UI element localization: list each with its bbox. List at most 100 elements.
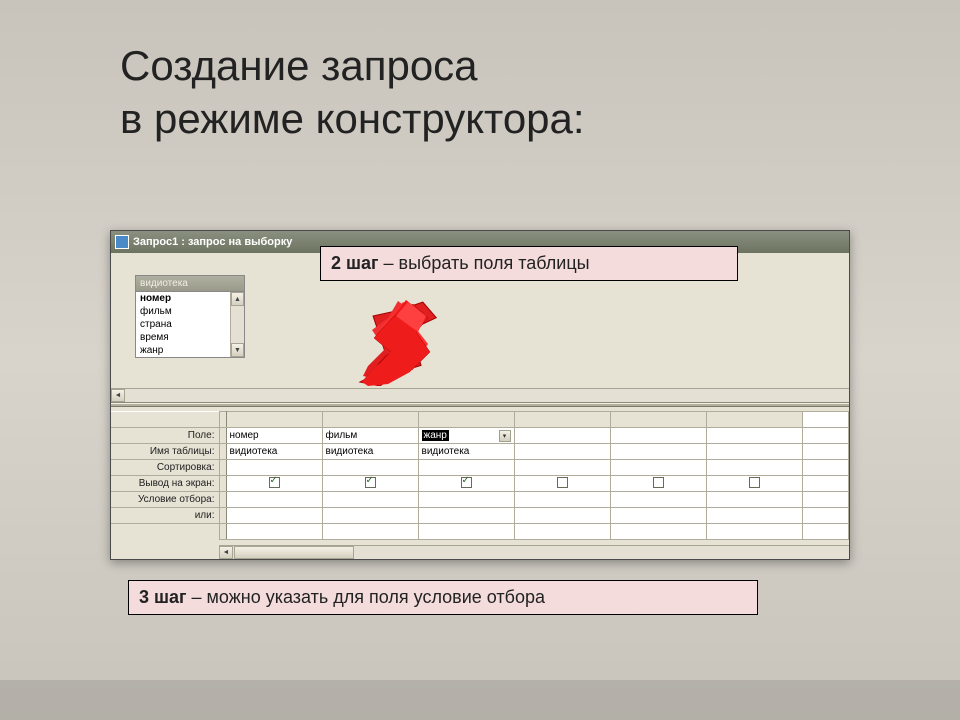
design-grid: Поле: номер фильм жанр▾ Имя таблицы: вид… <box>111 411 849 540</box>
grid-header-row <box>111 412 849 428</box>
callout-step3: 3 шаг – можно указать для поля условие о… <box>128 580 758 615</box>
slide-title: Создание запроса в режиме конструктора: <box>120 40 585 145</box>
checkbox-icon[interactable] <box>653 477 664 488</box>
callout-step2-text: – выбрать поля таблицы <box>379 253 590 273</box>
cell-or[interactable] <box>610 508 706 524</box>
cell-criteria[interactable] <box>322 492 418 508</box>
column-selector[interactable] <box>226 412 322 428</box>
scroll-left-icon[interactable]: ◄ <box>111 389 125 402</box>
cell-field[interactable] <box>706 428 802 444</box>
cell-empty[interactable] <box>226 524 322 540</box>
cell-empty[interactable] <box>706 524 802 540</box>
scroll-up-icon[interactable]: ▲ <box>231 292 244 306</box>
scroll-thumb[interactable] <box>234 546 354 559</box>
cell-criteria[interactable] <box>226 492 322 508</box>
cell-show[interactable] <box>610 476 706 492</box>
cell-or[interactable] <box>514 508 610 524</box>
lower-hscrollbar[interactable]: ◄ <box>219 545 849 559</box>
row-label-sort: Сортировка: <box>111 460 219 476</box>
column-selector[interactable] <box>514 412 610 428</box>
row-label-show: Вывод на экран: <box>111 476 219 492</box>
cell-field[interactable] <box>610 428 706 444</box>
row-table: Имя таблицы: видиотека видиотека видиоте… <box>111 444 849 460</box>
title-line-2: в режиме конструктора: <box>120 95 585 142</box>
cell-field[interactable]: фильм <box>322 428 418 444</box>
checkbox-icon[interactable] <box>269 477 280 488</box>
cell-sort[interactable] <box>706 460 802 476</box>
scroll-down-icon[interactable]: ▼ <box>231 343 244 357</box>
cell-or[interactable] <box>706 508 802 524</box>
cell-table[interactable]: видиотека <box>226 444 322 460</box>
cell-or[interactable] <box>322 508 418 524</box>
field-scrollbar[interactable]: ▲ ▼ <box>230 292 244 357</box>
row-label-field: Поле: <box>111 428 219 444</box>
row-sort: Сортировка: <box>111 460 849 476</box>
cell-or[interactable] <box>418 508 514 524</box>
column-selector[interactable] <box>418 412 514 428</box>
field-item[interactable]: страна <box>136 318 244 331</box>
field-item[interactable]: номер <box>136 292 244 305</box>
row-or: или: <box>111 508 849 524</box>
window-title: Запрос1 : запрос на выборку <box>133 236 292 248</box>
field-list: номер фильм страна время жанр ▲ ▼ <box>136 292 244 357</box>
callout-step2: 2 шаг – выбрать поля таблицы <box>320 246 738 281</box>
row-criteria: Условие отбора: <box>111 492 849 508</box>
cell-criteria[interactable] <box>610 492 706 508</box>
cell-empty[interactable] <box>418 524 514 540</box>
cell-field[interactable]: номер <box>226 428 322 444</box>
cell-table[interactable]: видиотека <box>322 444 418 460</box>
cell-sort[interactable] <box>418 460 514 476</box>
row-show: Вывод на экран: <box>111 476 849 492</box>
cell-empty[interactable] <box>610 524 706 540</box>
red-arrow-icon <box>358 296 438 386</box>
scroll-left-icon[interactable]: ◄ <box>219 546 233 559</box>
row-label-criteria: Условие отбора: <box>111 492 219 508</box>
cell-field[interactable]: жанр▾ <box>418 428 514 444</box>
cell-table[interactable]: видиотека <box>418 444 514 460</box>
row-label-or: или: <box>111 508 219 524</box>
cell-sort[interactable] <box>610 460 706 476</box>
callout-step3-bold: 3 шаг <box>139 587 187 607</box>
field-item[interactable]: время <box>136 331 244 344</box>
bottom-strip <box>0 680 960 720</box>
cell-show[interactable] <box>514 476 610 492</box>
cell-empty[interactable] <box>514 524 610 540</box>
title-line-1: Создание запроса <box>120 42 478 89</box>
cell-show[interactable] <box>226 476 322 492</box>
column-selector[interactable] <box>706 412 802 428</box>
row-label-table: Имя таблицы: <box>111 444 219 460</box>
cell-criteria[interactable] <box>706 492 802 508</box>
cell-criteria[interactable] <box>514 492 610 508</box>
cell-or[interactable] <box>226 508 322 524</box>
cell-show[interactable] <box>322 476 418 492</box>
checkbox-icon[interactable] <box>749 477 760 488</box>
checkbox-icon[interactable] <box>365 477 376 488</box>
cell-table[interactable] <box>610 444 706 460</box>
cell-sort[interactable] <box>226 460 322 476</box>
cell-table[interactable] <box>514 444 610 460</box>
cell-show[interactable] <box>418 476 514 492</box>
checkbox-icon[interactable] <box>461 477 472 488</box>
column-selector[interactable] <box>322 412 418 428</box>
upper-hscrollbar[interactable]: ◄ <box>111 388 849 402</box>
app-icon <box>115 235 129 249</box>
cell-empty[interactable] <box>322 524 418 540</box>
callout-step2-bold: 2 шаг <box>331 253 379 273</box>
table-header[interactable]: видиотека <box>136 276 244 292</box>
cell-criteria[interactable] <box>418 492 514 508</box>
checkbox-icon[interactable] <box>557 477 568 488</box>
callout-step3-text: – можно указать для поля условие отбора <box>187 587 545 607</box>
field-item[interactable]: фильм <box>136 305 244 318</box>
row-extra <box>111 524 849 540</box>
design-grid-pane: Поле: номер фильм жанр▾ Имя таблицы: вид… <box>111 407 849 559</box>
cell-table[interactable] <box>706 444 802 460</box>
field-item[interactable]: жанр <box>136 344 244 357</box>
cell-field[interactable] <box>514 428 610 444</box>
row-field: Поле: номер фильм жанр▾ <box>111 428 849 444</box>
table-field-box[interactable]: видиотека номер фильм страна время жанр … <box>135 275 245 358</box>
cell-sort[interactable] <box>514 460 610 476</box>
column-selector[interactable] <box>610 412 706 428</box>
cell-sort[interactable] <box>322 460 418 476</box>
dropdown-icon[interactable]: ▾ <box>499 430 511 442</box>
cell-show[interactable] <box>706 476 802 492</box>
